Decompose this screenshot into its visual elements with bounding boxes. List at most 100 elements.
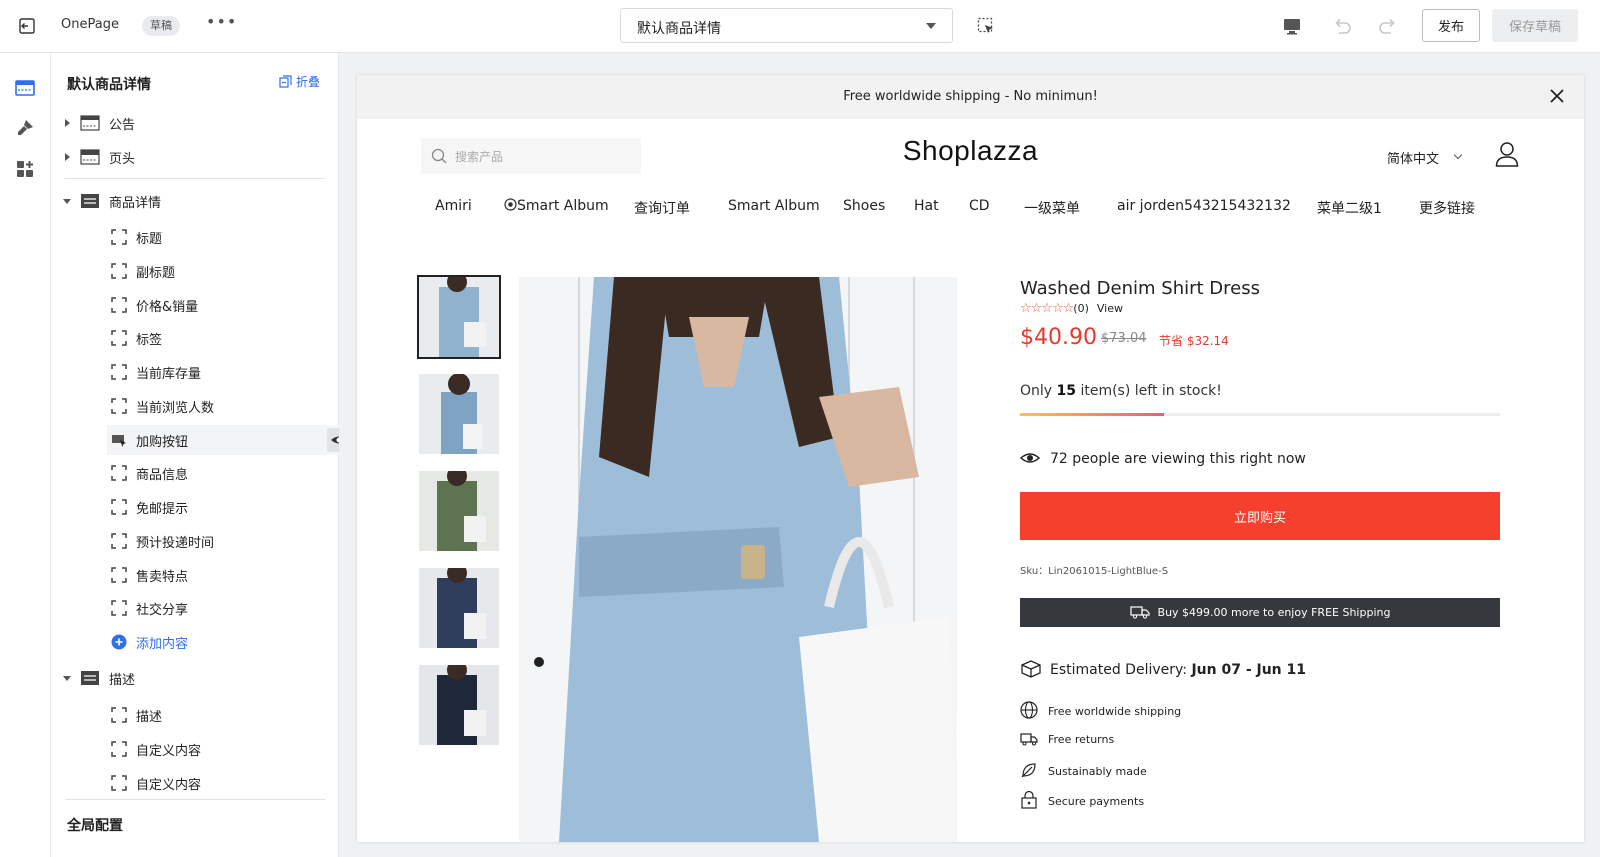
tree-block-label: 描述 [136, 710, 163, 725]
block-frame-icon [111, 465, 127, 481]
tree-block-item[interactable]: 自定义内容 [51, 768, 339, 798]
free-shipping-bar: Buy $499.00 more to enjoy FREE Shipping [1020, 598, 1500, 627]
tree-block-label: 免邮提示 [136, 502, 189, 517]
tree-block-item[interactable]: 商品信息 [51, 458, 339, 488]
product-main-image[interactable] [519, 277, 957, 842]
feature-label: Free returns [1048, 733, 1115, 746]
template-select[interactable]: 默认商品详情 [620, 8, 953, 43]
tree-block-item[interactable]: 描述 [51, 700, 339, 730]
tree-block-label: 商品信息 [136, 468, 189, 483]
add-content-button[interactable]: 添加内容 [51, 627, 339, 657]
announcement-text: Free worldwide shipping - No minimun! [843, 89, 1098, 104]
publish-button[interactable]: 发布 [1422, 9, 1480, 42]
feature-item: Sustainably made [1020, 761, 1147, 779]
announcement-section-icon [80, 115, 100, 131]
leaf-icon [1021, 763, 1036, 778]
delivery-label: Estimated Delivery: [1050, 662, 1187, 678]
select-element-icon[interactable] [977, 17, 995, 35]
tree-block-item[interactable]: 标签 [51, 323, 339, 353]
tree-block-item[interactable]: 社交分享 [51, 593, 339, 623]
app-name: OnePage [61, 17, 119, 32]
user-account-icon[interactable] [1495, 141, 1519, 167]
tree-section-header[interactable]: 页头 [51, 142, 339, 172]
product-thumbnail[interactable] [419, 568, 499, 648]
tree-block-item[interactable]: 副标题 [51, 256, 339, 286]
tree-block-item[interactable]: 自定义内容 [51, 734, 339, 764]
block-frame-icon [111, 707, 127, 723]
feature-label: Secure payments [1048, 795, 1145, 808]
product-thumbnail[interactable] [419, 471, 499, 551]
divider [65, 178, 325, 179]
package-icon [1021, 660, 1041, 678]
nav-item[interactable]: Smart Album [728, 198, 820, 214]
block-frame-icon [111, 600, 127, 616]
tree-block-label: 加购按钮 [136, 435, 189, 450]
undo-icon[interactable] [1331, 15, 1353, 37]
stock-suffix: item(s) left in stock! [1076, 383, 1222, 399]
thumbnail-image [419, 374, 499, 454]
caret-down-icon[interactable] [63, 676, 71, 681]
tree-block-item[interactable]: 当前库存量 [51, 357, 339, 387]
savings-text: 节省 $32.14 [1159, 334, 1229, 348]
fold-icon [279, 75, 292, 88]
viewers-message: 72 people are viewing this right now [1019, 450, 1306, 467]
product-thumbnail[interactable] [419, 374, 499, 454]
tree-block-item[interactable]: 预计投递时间 [51, 526, 339, 556]
more-menu-button[interactable]: ••• [206, 12, 237, 31]
tree-block-item[interactable]: 免邮提示 [51, 492, 339, 522]
nav-item[interactable]: Hat [914, 198, 939, 214]
caret-right-icon[interactable] [65, 119, 70, 127]
redo-icon[interactable] [1377, 15, 1399, 37]
block-frame-icon [111, 229, 127, 245]
nav-item[interactable]: 一级菜单 [1024, 198, 1080, 218]
section-tree-panel: 默认商品详情 折叠 公告 页头 商品详情 标题 副标题 价格&销量 标签 当前库… [51, 53, 381, 857]
nav-item-label: Smart Album [517, 198, 609, 214]
nav-item[interactable]: Smart Album [504, 198, 609, 214]
nav-item[interactable]: CD [969, 198, 990, 214]
feature-label: Free worldwide shipping [1048, 705, 1182, 718]
tree-block-item[interactable]: 售卖特点 [51, 560, 339, 590]
return-truck-icon [1020, 733, 1038, 746]
sections-icon[interactable] [14, 77, 36, 99]
tree-block-item[interactable]: 当前浏览人数 [51, 391, 339, 421]
block-frame-icon [111, 398, 127, 414]
desktop-icon[interactable] [1282, 16, 1302, 36]
tree-section-product-detail[interactable]: 商品详情 [51, 186, 339, 216]
nav-item[interactable]: 菜单二级1 [1317, 198, 1382, 218]
fold-button[interactable]: 折叠 [279, 73, 320, 90]
product-rating[interactable]: ☆☆☆☆☆(0) View [1020, 301, 1123, 316]
nav-item[interactable]: 更多链接 [1419, 198, 1475, 218]
view-reviews-link[interactable]: View [1097, 302, 1123, 315]
global-settings-title[interactable]: 全局配置 [67, 815, 123, 835]
tree-block-item[interactable]: 标题 [51, 222, 339, 252]
store-nav: Amiri Smart Album 查询订单 Smart Album Shoes… [357, 198, 1584, 224]
caret-right-icon[interactable] [65, 153, 70, 161]
free-shipping-text: Buy $499.00 more to enjoy FREE Shipping [1157, 606, 1391, 619]
nav-item[interactable]: Shoes [843, 198, 885, 214]
caret-down-icon[interactable] [63, 199, 71, 204]
block-frame-icon [111, 741, 127, 757]
exit-icon[interactable] [17, 16, 37, 36]
theme-brush-icon[interactable] [14, 117, 36, 139]
nav-item[interactable]: Amiri [435, 198, 472, 214]
thumbnail-image [419, 568, 499, 648]
tree-section-announcement[interactable]: 公告 [51, 108, 339, 138]
panel-title: 默认商品详情 [67, 77, 151, 93]
product-thumbnail[interactable] [419, 665, 499, 745]
apps-icon[interactable] [14, 158, 36, 180]
product-thumbnail[interactable] [417, 275, 501, 359]
tree-section-description[interactable]: 描述 [51, 663, 339, 693]
nav-item[interactable]: air jorden543215432132 [1117, 198, 1291, 214]
save-draft-button[interactable]: 保存草稿 [1492, 9, 1578, 42]
add-content-label: 添加内容 [136, 637, 189, 652]
close-icon[interactable] [1548, 87, 1566, 105]
nav-item[interactable]: 查询订单 [634, 198, 690, 218]
tree-block-item[interactable]: 价格&销量 [51, 290, 339, 320]
tree-block-label: 当前库存量 [136, 367, 202, 382]
product-sku: Sku：Lin2061015-LightBlue-S [1020, 566, 1169, 577]
description-section-icon [81, 671, 99, 685]
compare-at-price: $73.04 [1101, 331, 1147, 346]
language-selector[interactable]: 简体中文 [1387, 148, 1439, 167]
tree-block-label: 社交分享 [136, 603, 189, 618]
buy-now-button[interactable]: 立即购买 [1020, 492, 1500, 540]
